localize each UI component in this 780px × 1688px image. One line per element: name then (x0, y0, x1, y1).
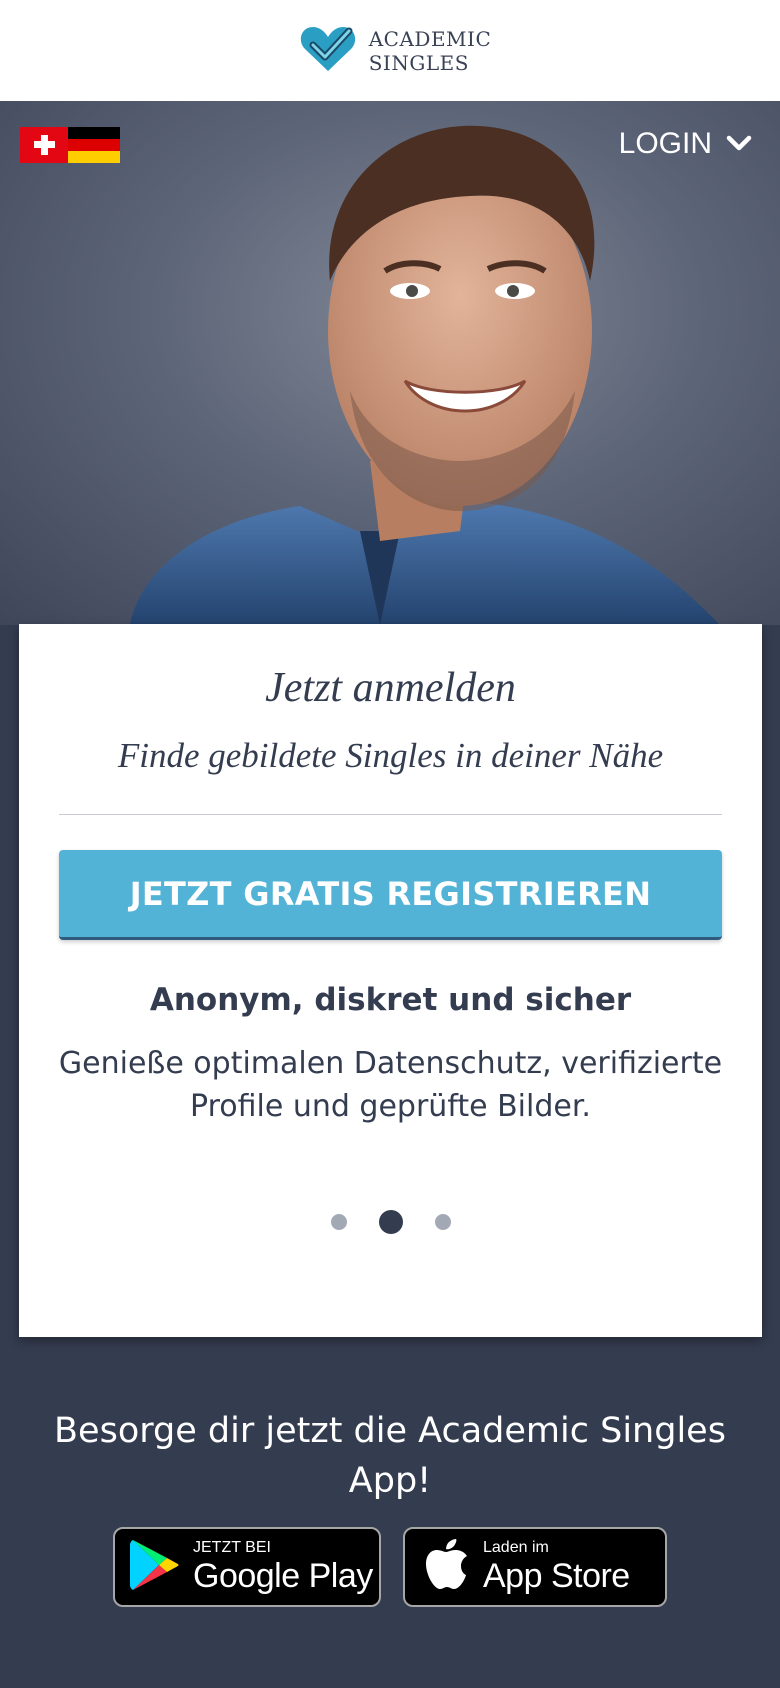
apple-icon (425, 1539, 469, 1595)
carousel-dot-1[interactable] (330, 1214, 347, 1230)
hero-person-photo (130, 125, 720, 625)
germany-flag-icon[interactable] (68, 127, 120, 163)
divider (59, 814, 722, 815)
app-store-button[interactable]: Laden im App Store (403, 1527, 667, 1607)
google-play-button[interactable]: JETZT BEI Google Play (113, 1527, 381, 1607)
feature-text: Genieße optimalen Datenschutz, verifizie… (58, 1046, 723, 1124)
google-play-big: Google Play (193, 1557, 373, 1595)
carousel-dot-3[interactable] (434, 1214, 451, 1230)
card-title: Jetzt anmelden (265, 665, 516, 711)
chevron-down-icon (726, 127, 752, 161)
app-store-small: Laden im (483, 1539, 549, 1556)
hero-image: LOGIN (0, 101, 780, 625)
store-badges: JETZT BEI Google Play Laden im App Store (0, 1527, 780, 1607)
login-label: LOGIN (618, 127, 712, 160)
carousel-dots (19, 1210, 762, 1234)
carousel-dot-2[interactable] (378, 1210, 403, 1234)
language-switcher[interactable] (20, 127, 120, 163)
logo-line-2: SINGLES (368, 50, 469, 75)
google-play-text: JETZT BEI Google Play (193, 1539, 373, 1595)
logo-line-1: ACADEMIC (368, 26, 492, 51)
app-store-big: App Store (483, 1557, 630, 1595)
heart-check-icon (299, 25, 357, 77)
feature-title: Anonym, diskret und sicher (149, 982, 632, 1018)
site-header: ACADEMIC SINGLES (0, 0, 780, 101)
login-dropdown[interactable]: LOGIN (619, 127, 752, 161)
card-subtitle: Finde gebildete Singles in deiner Nähe (117, 736, 664, 775)
register-button[interactable]: JETZT GRATIS REGISTRIEREN (59, 850, 722, 940)
logo-wordmark: ACADEMIC SINGLES (369, 27, 492, 75)
google-play-icon (129, 1537, 181, 1597)
app-promo-text: Besorge dir jetzt die Academic Singles A… (54, 1411, 726, 1501)
google-play-small: JETZT BEI (193, 1539, 271, 1556)
logo[interactable]: ACADEMIC SINGLES (299, 25, 492, 77)
switzerland-flag-icon[interactable] (20, 127, 68, 163)
signup-card: Jetzt anmelden Finde gebildete Singles i… (19, 624, 762, 1337)
app-store-text: Laden im App Store (483, 1539, 630, 1595)
